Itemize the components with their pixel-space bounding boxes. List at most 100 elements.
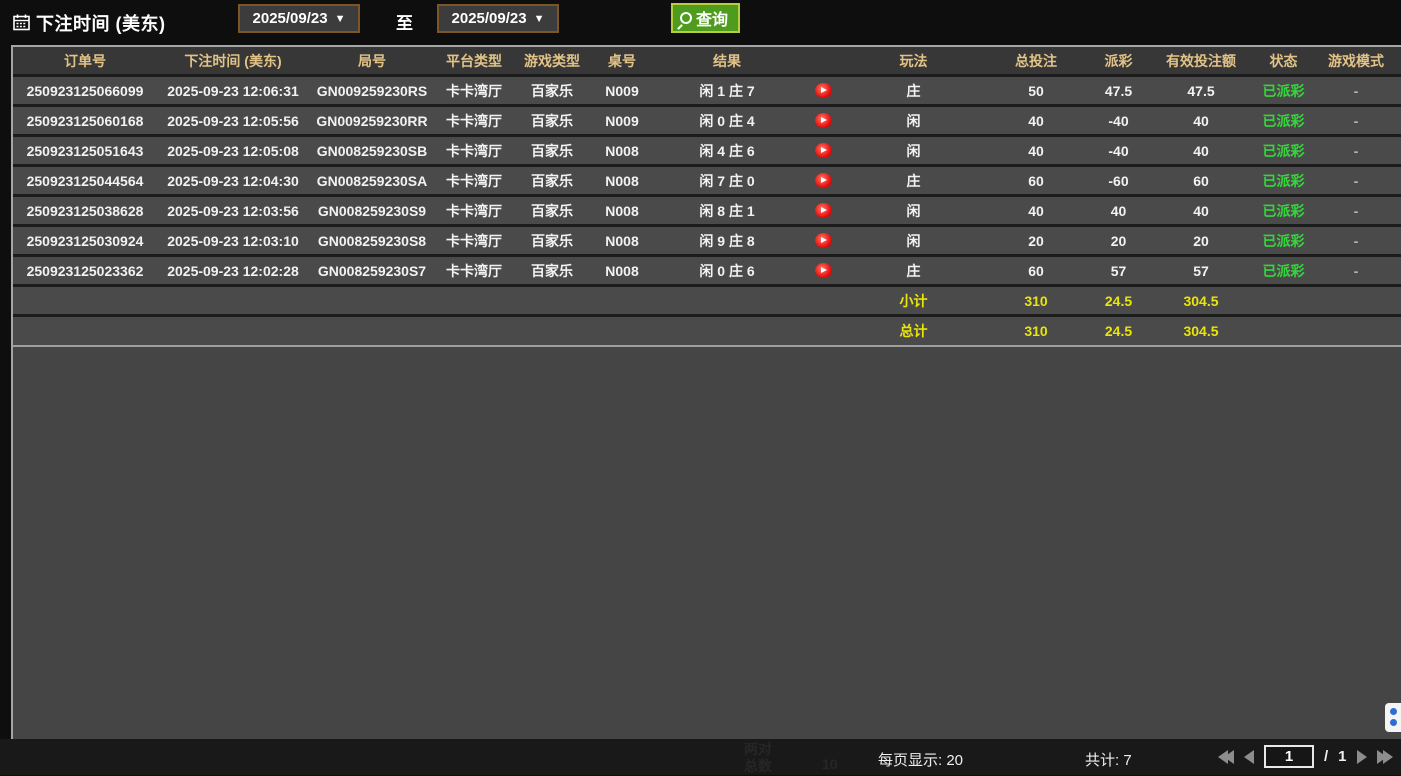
- cell-bet-time: 2025-09-23 12:04:30: [157, 173, 309, 189]
- date-to-select[interactable]: 2025/09/23 ▼: [437, 4, 559, 33]
- cell-valid-bet: 40: [1146, 203, 1256, 219]
- search-icon: [680, 12, 692, 24]
- cell-payout: 47.5: [1091, 83, 1146, 99]
- filter-bar: 下注时间 (美东) 2025/09/23 ▼ 至 2025/09/23 ▼ 查询: [0, 0, 1401, 45]
- total-count-label: 共计: 7: [1085, 749, 1132, 770]
- cell-total-bet: 40: [981, 203, 1091, 219]
- replay-video-icon[interactable]: [815, 83, 832, 98]
- cell-bet-time: 2025-09-23 12:05:08: [157, 143, 309, 159]
- replay-video-icon[interactable]: [815, 263, 832, 278]
- cell-total-bet: 50: [981, 83, 1091, 99]
- prev-page-button[interactable]: [1244, 750, 1254, 764]
- replay-video-icon[interactable]: [815, 203, 832, 218]
- table-row: 250923125060168 2025-09-23 12:05:56 GN00…: [13, 107, 1401, 137]
- cell-play: 闲: [846, 201, 981, 221]
- last-page-button[interactable]: [1377, 750, 1393, 764]
- cell-table-no: N008: [591, 143, 653, 159]
- next-page-button[interactable]: [1357, 750, 1367, 764]
- cell-table-no: N008: [591, 173, 653, 189]
- cell-play: 庄: [846, 171, 981, 191]
- table-row: 250923125051643 2025-09-23 12:05:08 GN00…: [13, 137, 1401, 167]
- cell-platform: 卡卡湾厅: [435, 261, 513, 281]
- floating-widget-icon[interactable]: [1385, 703, 1401, 732]
- cell-order-id: 250923125066099: [13, 83, 157, 99]
- cell-total-bet: 20: [981, 233, 1091, 249]
- column-header-valid-bet: 有效投注额: [1146, 51, 1256, 71]
- cell-game-type: 百家乐: [513, 231, 591, 251]
- cell-platform: 卡卡湾厅: [435, 201, 513, 221]
- cell-result: 闲 8 庄 1: [653, 201, 801, 221]
- subtotal-label: 小计: [846, 291, 981, 311]
- cell-game-mode: -: [1311, 143, 1401, 159]
- column-header-table-no: 桌号: [591, 51, 653, 71]
- replay-video-icon[interactable]: [815, 113, 832, 128]
- subtotal-total-bet: 310: [981, 293, 1091, 309]
- cell-table-no: N009: [591, 83, 653, 99]
- cell-game-mode: -: [1311, 203, 1401, 219]
- date-from-select[interactable]: 2025/09/23 ▼: [238, 4, 360, 33]
- cell-round-id: GN008259230S8: [309, 233, 435, 249]
- column-header-bet-time: 下注时间 (美东): [157, 51, 309, 71]
- cell-game-type: 百家乐: [513, 171, 591, 191]
- column-header-result: 结果: [653, 51, 801, 71]
- table-header-row: 订单号 下注时间 (美东) 局号 平台类型 游戏类型 桌号 结果 玩法 总投注 …: [13, 47, 1401, 77]
- cell-play: 闲: [846, 111, 981, 131]
- cell-result: 闲 4 庄 6: [653, 141, 801, 161]
- column-header-play: 玩法: [846, 51, 981, 71]
- widget-dot-icon: [1390, 719, 1397, 726]
- subtotal-valid-bet: 304.5: [1146, 293, 1256, 309]
- cell-bet-time: 2025-09-23 12:02:28: [157, 263, 309, 279]
- bet-time-filter-label: 下注时间 (美东): [36, 10, 166, 36]
- cell-status: 已派彩: [1256, 111, 1311, 131]
- subtotal-payout: 24.5: [1091, 293, 1146, 309]
- search-button[interactable]: 查询: [671, 3, 740, 33]
- cell-total-bet: 60: [981, 263, 1091, 279]
- cell-game-type: 百家乐: [513, 201, 591, 221]
- replay-video-icon[interactable]: [815, 233, 832, 248]
- ghost-background-text: 总数: [744, 756, 772, 776]
- cell-platform: 卡卡湾厅: [435, 81, 513, 101]
- total-total-bet: 310: [981, 323, 1091, 339]
- page-separator: /: [1324, 748, 1328, 765]
- search-button-label: 查询: [696, 6, 728, 30]
- replay-video-icon[interactable]: [815, 143, 832, 158]
- first-page-button[interactable]: [1218, 750, 1234, 764]
- cell-order-id: 250923125044564: [13, 173, 157, 189]
- cell-round-id: GN009259230RR: [309, 113, 435, 129]
- cell-total-bet: 40: [981, 113, 1091, 129]
- cell-status: 已派彩: [1256, 231, 1311, 251]
- cell-round-id: GN009259230RS: [309, 83, 435, 99]
- page-count-label: 1: [1338, 748, 1346, 765]
- cell-play: 庄: [846, 261, 981, 281]
- cell-platform: 卡卡湾厅: [435, 231, 513, 251]
- column-header-round-id: 局号: [309, 51, 435, 71]
- cell-payout: 20: [1091, 233, 1146, 249]
- cell-status: 已派彩: [1256, 81, 1311, 101]
- cell-status: 已派彩: [1256, 201, 1311, 221]
- cell-table-no: N009: [591, 113, 653, 129]
- cell-payout: 40: [1091, 203, 1146, 219]
- cell-payout: -40: [1091, 113, 1146, 129]
- cell-game-type: 百家乐: [513, 141, 591, 161]
- calendar-icon: [13, 14, 30, 31]
- column-header-game-mode: 游戏模式: [1311, 51, 1401, 71]
- page-number-input[interactable]: [1264, 745, 1314, 768]
- table-body: 250923125066099 2025-09-23 12:06:31 GN00…: [13, 77, 1401, 287]
- widget-dot-icon: [1390, 708, 1397, 715]
- bet-records-table: 订单号 下注时间 (美东) 局号 平台类型 游戏类型 桌号 结果 玩法 总投注 …: [11, 45, 1401, 739]
- cell-play: 庄: [846, 81, 981, 101]
- replay-video-icon[interactable]: [815, 173, 832, 188]
- cell-valid-bet: 20: [1146, 233, 1256, 249]
- cell-valid-bet: 57: [1146, 263, 1256, 279]
- table-row: 250923125038628 2025-09-23 12:03:56 GN00…: [13, 197, 1401, 227]
- cell-platform: 卡卡湾厅: [435, 171, 513, 191]
- page-size-label: 每页显示: 20: [878, 749, 963, 770]
- cell-round-id: GN008259230SA: [309, 173, 435, 189]
- cell-game-mode: -: [1311, 173, 1401, 189]
- cell-result: 闲 0 庄 4: [653, 111, 801, 131]
- cell-order-id: 250923125051643: [13, 143, 157, 159]
- date-range-separator-label: 至: [396, 9, 413, 34]
- cell-total-bet: 60: [981, 173, 1091, 189]
- column-header-total-bet: 总投注: [981, 51, 1091, 71]
- cell-valid-bet: 47.5: [1146, 83, 1256, 99]
